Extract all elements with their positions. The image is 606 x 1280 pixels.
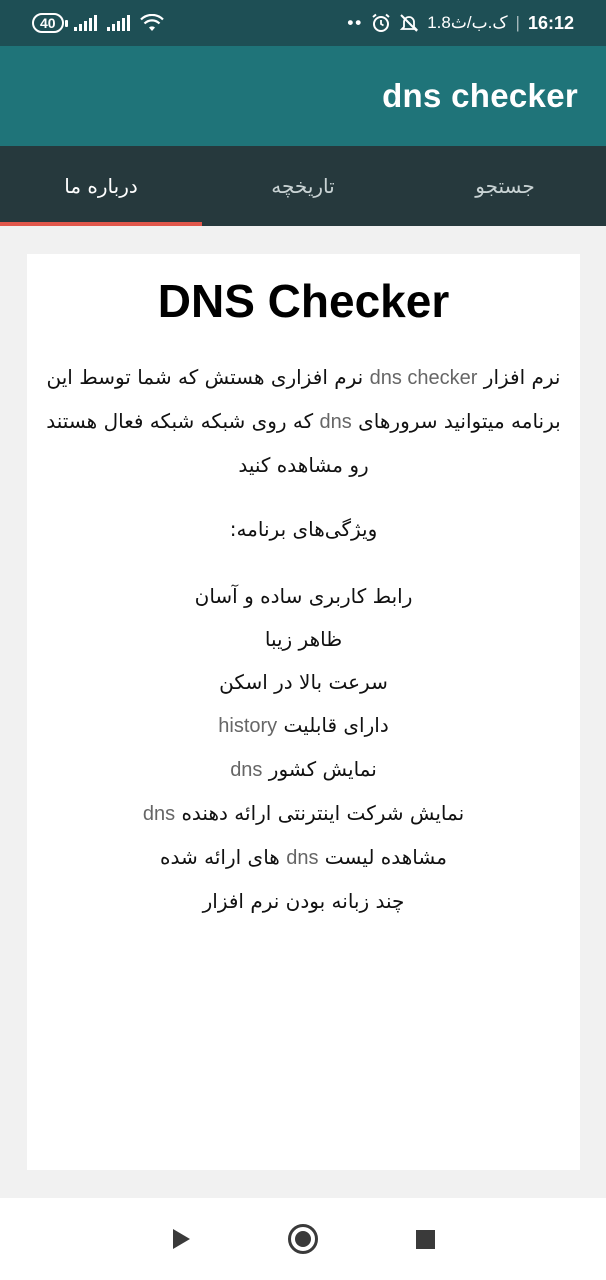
alarm-icon [372,13,390,32]
system-nav-bar [0,1198,606,1280]
feature-item: چند زبانه بودن نرم افزار [202,889,405,913]
feature-item: سرعت بالا در اسکن [219,670,388,694]
feature-latin: history [218,715,278,737]
network-speed: 1.8ک.ب/ث [427,13,508,32]
feature-item: نمایش کشور dns [27,748,580,792]
notification-dots: •• [347,13,364,32]
features-list: رابط کاربری ساده و آسان ظاهر زیبا سرعت ب… [27,575,580,923]
back-icon [172,1229,190,1249]
tab-search-label: جستجو [475,174,535,198]
feature-item: نمایش شرکت اینترنتی ارائه دهنده dns [27,792,580,836]
feature-item: مشاهده لیست dns های ارائه شده [27,836,580,880]
tab-history[interactable]: تاریخچه [202,146,404,226]
about-card: DNS Checker نرم افزار dns checker نرم اف… [27,254,580,1170]
feature-latin: dns [286,847,319,869]
signal-icon-2 [106,15,130,31]
recents-icon [415,1229,435,1249]
status-bar: 40 •• 1.8ک.ب/ث | 16:12 [0,0,606,46]
feature-latin: dns [142,803,176,825]
feature-text: نمایش شرکت اینترنتی ارائه دهنده [175,801,465,825]
feature-text: نمایش کشور [262,757,377,781]
intro-part1: نرم افزار [477,365,561,389]
feature-text: دارای قابلیت [277,713,389,737]
status-separator: | [515,13,520,32]
recents-button[interactable] [405,1219,445,1259]
feature-item: دارای قابلیت history [27,704,580,748]
back-button[interactable] [161,1219,201,1259]
tab-search[interactable]: جستجو [404,146,606,226]
intro-app-name: dns checker [369,367,478,389]
tab-bar: درباره ما تاریخچه جستجو [0,146,606,226]
features-title: ویژگی‌های برنامه: [229,517,378,541]
signal-icon [73,15,97,31]
feature-latin: dns [230,759,263,781]
feature-item: ظاهر زیبا [264,627,343,651]
intro-dns: dns [319,411,352,433]
status-left: 40 [32,13,164,33]
tab-about[interactable]: درباره ما [0,146,202,226]
feature-item: رابط کاربری ساده و آسان [194,584,413,608]
wifi-icon [139,14,164,31]
clock: 16:12 [527,12,574,33]
tab-about-label: درباره ما [64,174,138,198]
status-right: •• 1.8ک.ب/ث | 16:12 [347,13,574,34]
battery-icon: 40 [32,13,68,33]
tab-history-label: تاریخچه [271,174,335,198]
page-title: DNS Checker [157,275,450,327]
intro-paragraph: نرم افزار dns checker نرم افزاری هستش که… [43,356,564,487]
mute-bell-icon [400,14,419,32]
home-button[interactable] [283,1219,323,1259]
app-bar: dns checker [0,46,606,146]
feature-text-2: های ارائه شده [160,845,287,869]
feature-text: مشاهده لیست [318,845,447,869]
app-title: dns checker [382,77,578,114]
home-icon [288,1224,318,1254]
